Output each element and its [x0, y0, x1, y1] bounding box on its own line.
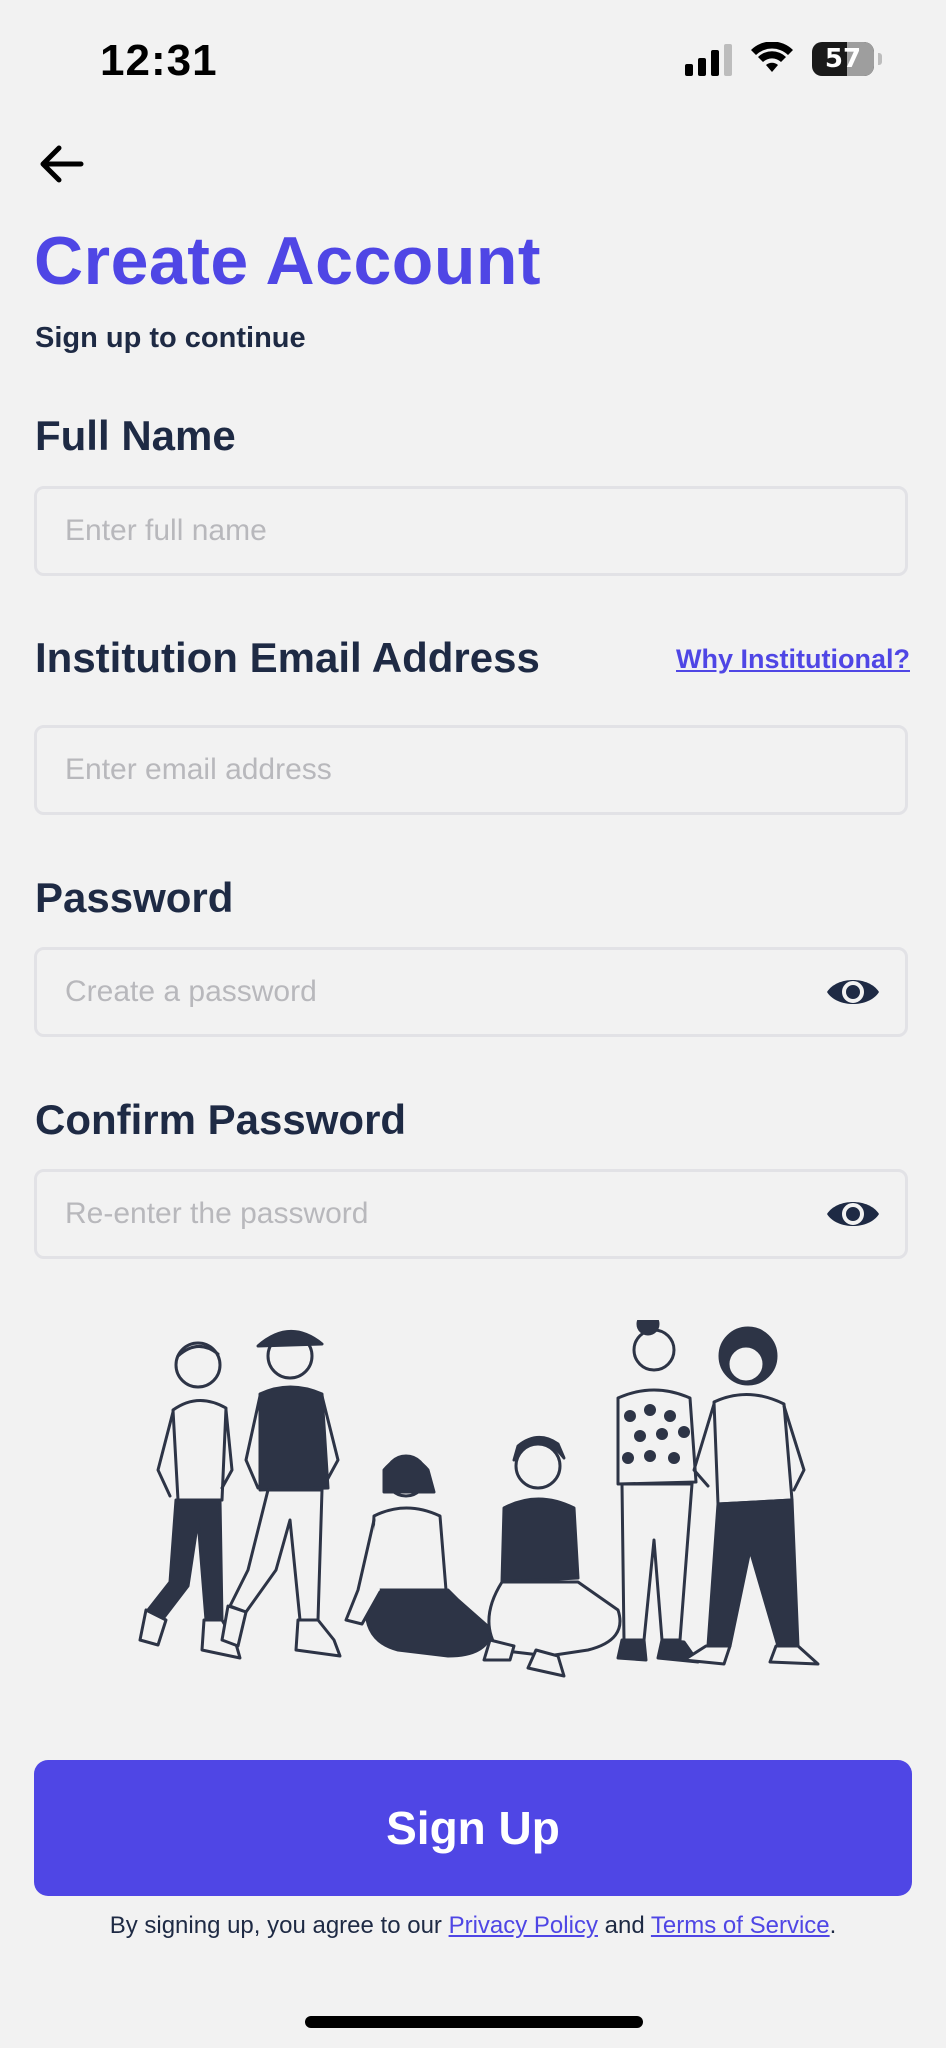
page-subtitle: Sign up to continue [35, 322, 306, 354]
password-field-box [34, 947, 908, 1037]
back-button[interactable] [30, 132, 94, 196]
email-input[interactable] [37, 728, 905, 812]
page-title: Create Account [34, 223, 542, 299]
privacy-policy-link[interactable]: Privacy Policy [449, 1912, 598, 1939]
home-indicator[interactable] [305, 2016, 643, 2028]
email-label: Institution Email Address [35, 634, 540, 681]
email-field-box [34, 725, 908, 815]
confirm-password-input[interactable] [37, 1172, 905, 1256]
person-illustration-6 [682, 1326, 820, 1666]
battery-icon: 57 [812, 42, 874, 76]
why-institutional-link[interactable]: Why Institutional? [676, 644, 910, 675]
full-name-field-box [34, 486, 908, 576]
cellular-signal-icon [685, 42, 732, 76]
eye-icon [827, 980, 879, 1004]
person-illustration-1 [138, 1341, 242, 1660]
battery-nub [878, 53, 882, 65]
toggle-confirm-password-visibility-button[interactable] [823, 1194, 883, 1234]
legal-conjunction: and [597, 1912, 651, 1939]
full-name-label: Full Name [35, 412, 236, 459]
legal-suffix: . [829, 1912, 837, 1939]
person-illustration-2 [220, 1330, 342, 1658]
person-illustration-5 [616, 1320, 700, 1664]
status-time: 12:31 [100, 36, 218, 85]
legal-prefix: By signing up, you agree to our [109, 1912, 449, 1939]
eye-icon [827, 1202, 879, 1226]
full-name-input[interactable] [37, 489, 905, 573]
password-label: Password [35, 874, 234, 921]
sign-up-button[interactable]: Sign Up [34, 1760, 912, 1896]
terms-of-service-link[interactable]: Terms of Service [651, 1912, 830, 1939]
confirm-password-label: Confirm Password [35, 1096, 407, 1143]
person-illustration-4 [482, 1436, 622, 1678]
legal-notice: By signing up, you agree to our Privacy … [0, 1912, 946, 1940]
people-group-illustration [138, 1320, 820, 1678]
arrow-left-icon [40, 145, 84, 183]
confirm-password-field-box [34, 1169, 908, 1259]
toggle-password-visibility-button[interactable] [823, 972, 883, 1012]
wifi-icon [751, 42, 793, 72]
person-illustration-3 [344, 1454, 494, 1658]
status-icons: 57 [685, 42, 882, 76]
status-bar: 12:31 57 [0, 0, 946, 110]
password-input[interactable] [37, 950, 905, 1034]
battery-level: 57 [824, 44, 862, 74]
